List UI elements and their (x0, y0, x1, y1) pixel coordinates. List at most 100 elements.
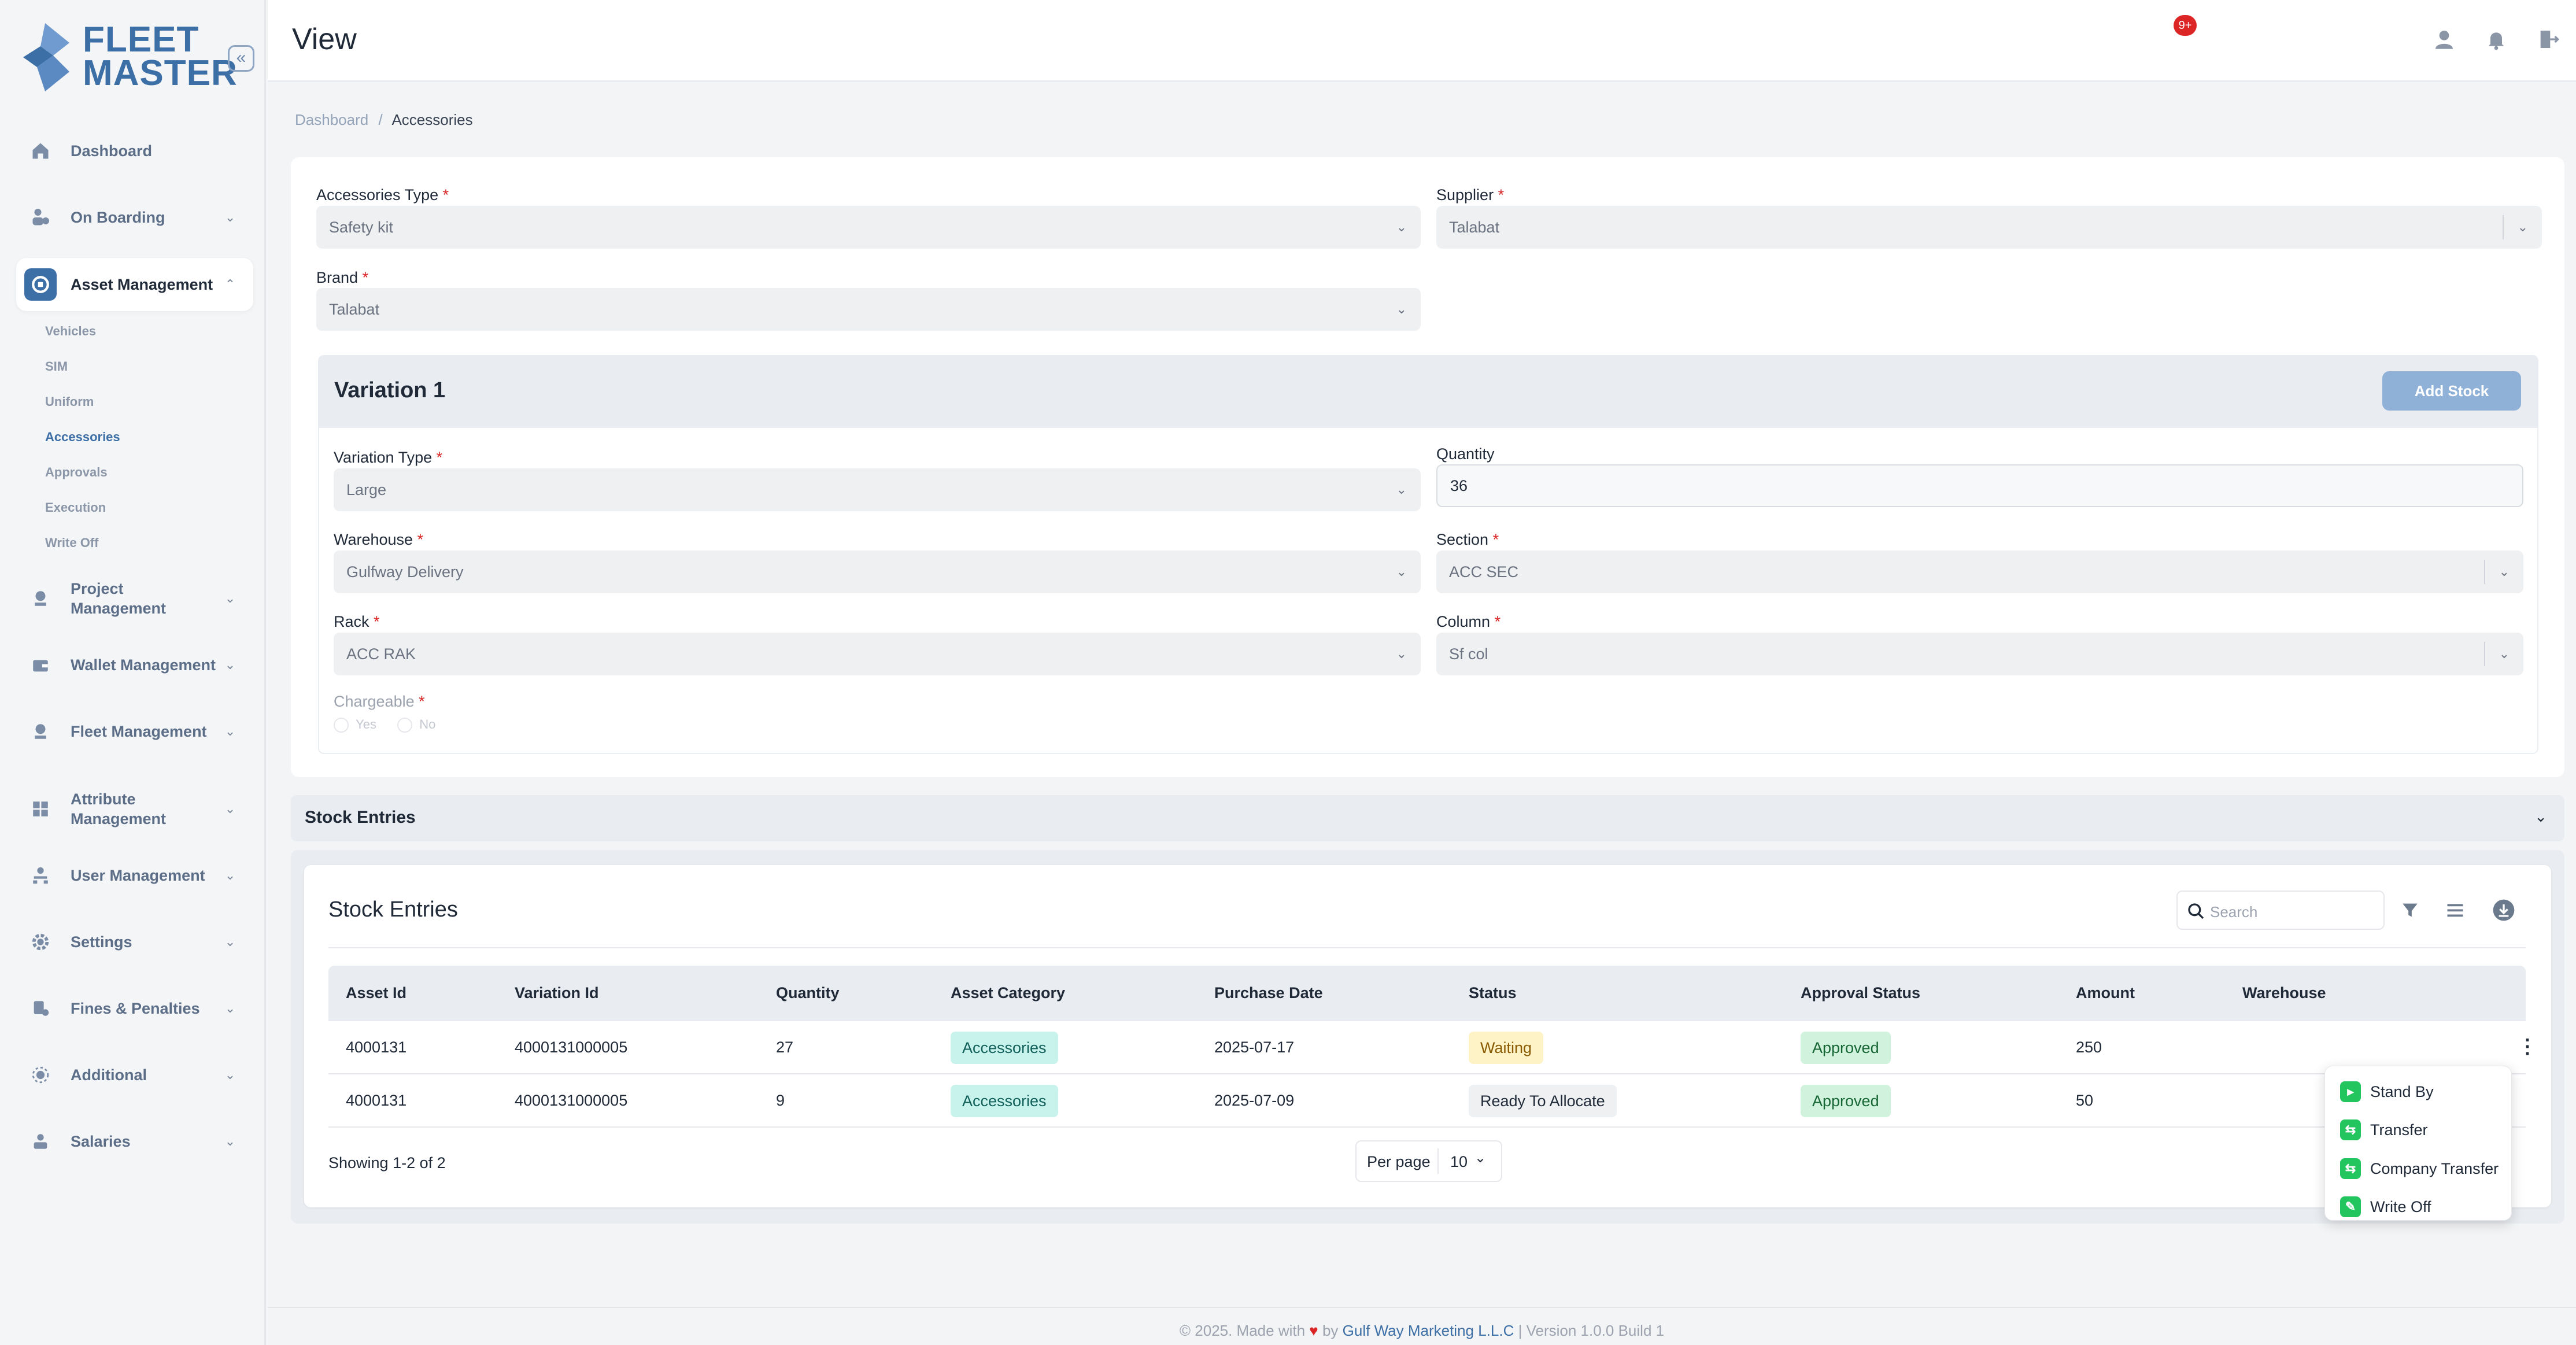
warehouse-label: Warehouse * (334, 531, 424, 548)
variation-header: Variation 1 Add Stock (318, 355, 2538, 428)
sidebar-subitem-uniform[interactable]: Uniform (45, 394, 94, 409)
menu-item-transfer[interactable]: ⇆ Transfer (2340, 1118, 2428, 1141)
breadcrumb-dashboard[interactable]: Dashboard (295, 111, 368, 128)
company-link[interactable]: Gulf Way Marketing L.L.C (1343, 1322, 1514, 1339)
search-input[interactable]: Search (2176, 890, 2385, 930)
accordion-title: Stock Entries (305, 808, 416, 827)
sidebar-item-additional[interactable]: Additional ⌄ (16, 1048, 253, 1102)
stock-entries-accordion[interactable]: Stock Entries ⌄ (291, 795, 2564, 841)
column-header[interactable]: Status (1469, 984, 1517, 1002)
column-select[interactable]: Sf col ⌄ (1436, 633, 2523, 675)
sidebar-subitem-vehicles[interactable]: Vehicles (45, 324, 96, 339)
filter-icon[interactable] (2395, 895, 2425, 925)
home-icon (24, 135, 57, 167)
sidebar-item-label: Settings (71, 933, 132, 951)
table-row[interactable]: 4000131 4000131000005 27 Accessories 202… (328, 1021, 2537, 1074)
column-header[interactable]: Variation Id (515, 984, 599, 1002)
variation-id-cell: 4000131000005 (515, 1092, 628, 1109)
gear-icon (24, 926, 57, 958)
asset-icon (24, 268, 57, 301)
column-label: Column * (1436, 613, 1501, 630)
column-header[interactable]: Warehouse (2242, 984, 2326, 1002)
quantity-input[interactable]: 36 (1436, 464, 2523, 507)
column-header[interactable]: Amount (2076, 984, 2135, 1002)
rack-select[interactable]: ACC RAK ⌄ (334, 633, 1421, 675)
sidebar-item-fleet-management[interactable]: Fleet Management ⌄ (16, 705, 253, 758)
table-header: Asset Id Variation Id Quantity Asset Cat… (328, 966, 2526, 1021)
sidebar-item-salaries[interactable]: Salaries ⌄ (16, 1115, 253, 1168)
sidebar-subitem-execution[interactable]: Execution (45, 500, 106, 515)
sidebar-item-dashboard[interactable]: Dashboard (16, 124, 253, 178)
sidebar-item-user-management[interactable]: User Management ⌄ (16, 849, 253, 902)
chargeable-yes-label: Yes (356, 717, 377, 731)
menu-item-stand-by[interactable]: ▸ Stand By (2340, 1080, 2434, 1103)
pagination-summary: Showing 1-2 of 2 (328, 1154, 446, 1172)
brand-select[interactable]: Talabat ⌄ (316, 288, 1421, 331)
breadcrumb-current: Accessories (391, 111, 473, 128)
column-header[interactable]: Asset Category (951, 984, 1065, 1002)
sidebar-item-label: Salaries (71, 1133, 131, 1150)
chevron-down-icon: ⌄ (1396, 302, 1407, 316)
row-actions-menu: ▸ Stand By ⇆ Transfer ⇆ Company Transfer… (2324, 1066, 2512, 1221)
bell-icon[interactable] (2481, 24, 2511, 54)
row-actions-icon[interactable]: ⋮ (2518, 1035, 2537, 1058)
section-label: Section * (1436, 531, 1499, 548)
heart-icon: ♥ (1309, 1322, 1318, 1339)
sidebar-item-wallet-management[interactable]: Wallet Management ⌄ (16, 638, 253, 692)
breadcrumb: Dashboard / Accessories (295, 111, 473, 129)
top-header: View 9+ (268, 0, 2576, 82)
chevron-down-icon: ⌄ (1396, 564, 1407, 579)
column-header[interactable]: Quantity (776, 984, 840, 1002)
sidebar-item-attribute-management[interactable]: Attribute Management ⌄ (16, 777, 253, 841)
menu-item-company-transfer[interactable]: ⇆ Company Transfer (2340, 1157, 2499, 1180)
sidebar-subitem-accessories[interactable]: Accessories (45, 430, 120, 445)
page-title: View (292, 23, 357, 56)
menu-item-write-off[interactable]: ✎ Write Off (2340, 1195, 2431, 1218)
add-stock-button[interactable]: Add Stock (2382, 371, 2521, 411)
sidebar-subitem-approvals[interactable]: Approvals (45, 465, 108, 480)
chargeable-label: Chargeable * (334, 693, 425, 710)
sidebar-subitem-write-off[interactable]: Write Off (45, 535, 98, 550)
supplier-select[interactable]: Talabat ⌄ (1436, 206, 2542, 249)
column-header[interactable]: Approval Status (1801, 984, 1920, 1002)
logo-text: FLEET MASTER (83, 20, 238, 93)
per-page-select[interactable]: Per page 10 ⌄ (1355, 1140, 1502, 1182)
sidebar-item-label: Fleet Management (71, 723, 207, 740)
user-icon[interactable] (2429, 24, 2459, 54)
chevron-down-icon: ⌄ (1396, 220, 1407, 234)
sidebar-subitem-sim[interactable]: SIM (45, 359, 68, 374)
list-icon[interactable] (2440, 895, 2470, 925)
chargeable-no-radio[interactable] (397, 718, 413, 733)
variation-type-select[interactable]: Large ⌄ (334, 468, 1421, 511)
collapse-sidebar-button[interactable]: « (228, 45, 254, 72)
stand-by-icon: ▸ (2340, 1081, 2361, 1102)
sidebar-item-settings[interactable]: Settings ⌄ (16, 915, 253, 969)
onboarding-icon (24, 201, 57, 234)
column-header[interactable]: Asset Id (346, 984, 406, 1002)
chargeable-yes-radio[interactable] (334, 718, 349, 733)
download-icon[interactable] (2489, 895, 2519, 925)
sidebar-item-on-boarding[interactable]: On Boarding ⌄ (16, 191, 253, 244)
fleet-master-logo-icon (23, 23, 69, 91)
category-badge: Accessories (951, 1085, 1058, 1117)
transfer-icon: ⇆ (2340, 1119, 2361, 1140)
table-row[interactable]: 4000131 4000131000005 9 Accessories 2025… (328, 1074, 2526, 1128)
warehouse-select[interactable]: Gulfway Delivery ⌄ (334, 550, 1421, 593)
wallet-icon (24, 649, 57, 681)
sidebar-item-asset-management[interactable]: Asset Management ⌃ (16, 258, 253, 311)
accessories-type-select[interactable]: Safety kit ⌄ (316, 206, 1421, 249)
chevron-down-icon: ⌄ (224, 1067, 236, 1082)
section-select[interactable]: ACC SEC ⌄ (1436, 550, 2523, 593)
column-header[interactable]: Purchase Date (1214, 984, 1323, 1002)
sidebar-item-project-management[interactable]: Project Management ⌄ (16, 572, 253, 625)
search-icon (2188, 903, 2204, 919)
logout-icon[interactable] (2533, 24, 2563, 54)
sidebar-item-fines-penalties[interactable]: Fines & Penalties ⌄ (16, 982, 253, 1035)
sidebar: FLEET MASTER « Dashboard On Boarding ⌄ A… (0, 0, 266, 1345)
title-divider (328, 947, 2526, 948)
accessories-type-label: Accessories Type * (316, 186, 449, 204)
sidebar-item-label: Additional (71, 1066, 147, 1084)
fines-icon (24, 992, 57, 1025)
approval-badge: Approved (1801, 1032, 1891, 1064)
status-badge: Waiting (1469, 1032, 1544, 1064)
